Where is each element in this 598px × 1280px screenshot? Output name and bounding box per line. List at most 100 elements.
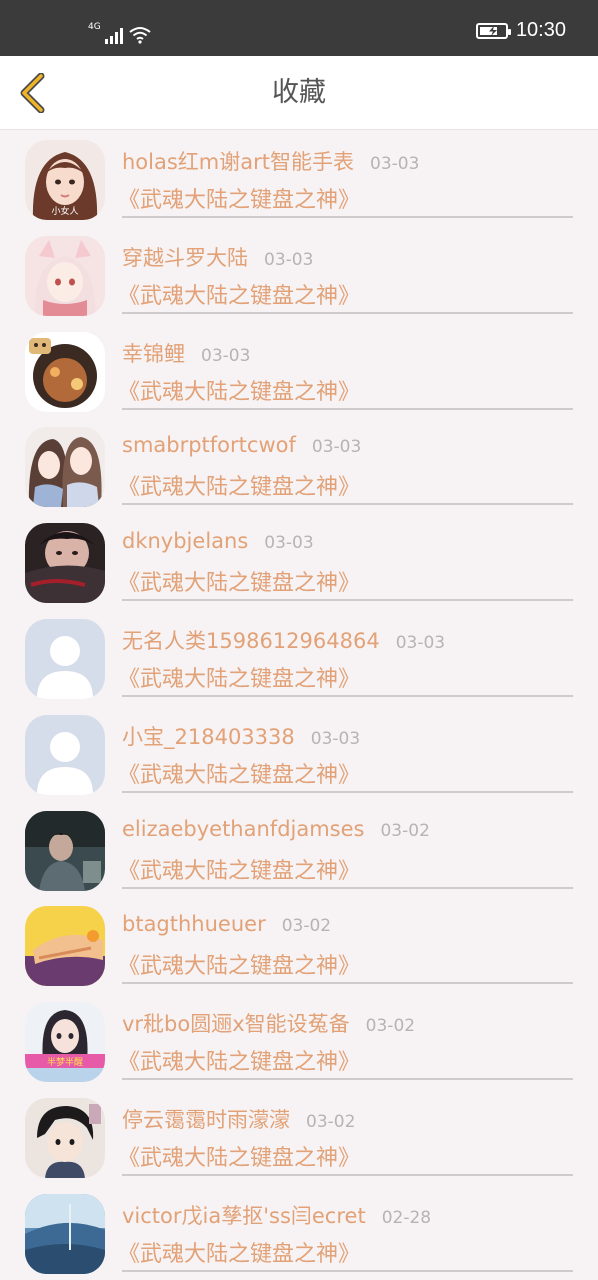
item-header: 幸锦鲤 03-03 (122, 338, 250, 368)
item-date: 03-03 (311, 437, 362, 458)
item-header: 小宝_218403338 03-03 (122, 721, 360, 751)
nav-bar: 收藏 (0, 56, 598, 130)
item-header: holas红m谢art智能手表 03-03 (122, 146, 419, 176)
favorite-list-item[interactable]: 穿越斗罗大陆 03-03 《武魂大陆之键盘之神》 (0, 226, 598, 322)
divider (122, 1269, 573, 1272)
item-header: dknybjelans 03-03 (122, 529, 314, 553)
item-date: 03-03 (264, 249, 314, 270)
book-title[interactable]: 《武魂大陆之键盘之神》 (118, 565, 360, 597)
favorite-list-item[interactable]: elizaebyethanfdjamses 03-02 《武魂大陆之键盘之神》 (0, 801, 598, 897)
user-name[interactable]: 穿越斗罗大陆 (122, 242, 248, 272)
charging-bolt-icon (488, 25, 497, 36)
avatar[interactable] (25, 331, 105, 412)
book-title[interactable]: 《武魂大陆之键盘之神》 (118, 1140, 360, 1172)
book-title[interactable]: 《武魂大陆之键盘之神》 (118, 757, 360, 789)
item-header: 停云霭霭时雨濛濛 03-02 (122, 1104, 355, 1134)
favorite-list-item[interactable]: 半梦半醒 vr秕bo圆逦x智能设菟备 03-02 《武魂大陆之键盘之神》 (0, 992, 598, 1088)
status-left: 4G (86, 20, 151, 44)
favorite-list-item[interactable]: 小女人 holas红m谢art智能手表 03-03 《武魂大陆之键盘之神》 (0, 130, 598, 226)
favorite-list-item[interactable]: btagthhueuer 03-02 《武魂大陆之键盘之神》 (0, 896, 598, 992)
book-title[interactable]: 《武魂大陆之键盘之神》 (118, 853, 360, 885)
favorite-list-item[interactable]: 幸锦鲤 03-03 《武魂大陆之键盘之神》 (0, 322, 598, 418)
chevron-left-icon (20, 73, 45, 113)
book-title[interactable]: 《武魂大陆之键盘之神》 (118, 948, 360, 980)
book-title[interactable]: 《武魂大陆之键盘之神》 (118, 1236, 360, 1268)
svg-text:小女人: 小女人 (51, 205, 78, 217)
status-time: 10:30 (515, 19, 566, 41)
man-dark-room-avatar (25, 810, 105, 891)
avatar[interactable] (25, 427, 105, 508)
favorites-list: 小女人 holas红m谢art智能手表 03-03 《武魂大陆之键盘之神》 穿越斗罗大陆… (0, 130, 598, 1280)
item-header: vr秕bo圆逦x智能设菟备 03-02 (122, 1008, 415, 1038)
user-name[interactable]: 无名人类1598612964864 (122, 625, 380, 655)
book-title[interactable]: 《武魂大陆之键盘之神》 (118, 278, 360, 310)
network-type: 4G (88, 22, 101, 32)
divider (122, 216, 573, 218)
user-name[interactable]: dknybjelans (122, 529, 248, 553)
item-date: 03-02 (380, 820, 430, 841)
girl-portrait-avatar: 小女人 (25, 140, 105, 220)
girl-banner-avatar: 半梦半醒 (25, 1002, 105, 1083)
divider (122, 694, 573, 697)
item-header: 穿越斗罗大陆 03-03 (122, 242, 313, 272)
page-title: 收藏 (272, 77, 326, 108)
favorite-list-item[interactable]: 小宝_218403338 03-03 《武魂大陆之键盘之神》 (0, 705, 598, 801)
book-title[interactable]: 《武魂大陆之键盘之神》 (118, 1044, 360, 1076)
divider (122, 886, 573, 889)
avatar[interactable] (25, 1193, 105, 1274)
item-date: 03-02 (365, 1016, 416, 1037)
anime-fox-girl-avatar (25, 235, 105, 316)
item-header: smabrptfortcwof 03-03 (122, 433, 361, 457)
book-title[interactable]: 《武魂大陆之键盘之神》 (118, 374, 360, 406)
item-header: 无名人类1598612964864 03-03 (122, 625, 445, 655)
user-name[interactable]: smabrptfortcwof (122, 433, 296, 457)
signal-icon (104, 26, 123, 44)
user-name[interactable]: 停云霭霭时雨濛濛 (122, 1104, 290, 1134)
avatar[interactable] (25, 618, 105, 699)
user-name[interactable]: 幸锦鲤 (122, 338, 185, 368)
favorite-list-item[interactable]: victor戊ia孳抠'ss闫ecret 02-28 《武魂大陆之键盘之神》 (0, 1184, 598, 1280)
woman-sleeve-avatar (25, 523, 105, 604)
avatar[interactable] (25, 523, 105, 604)
avatar[interactable] (25, 714, 105, 795)
user-name[interactable]: victor戊ia孳抠'ss闫ecret (122, 1200, 366, 1230)
avatar[interactable] (25, 235, 105, 316)
divider (122, 503, 573, 506)
avatar[interactable]: 半梦半醒 (25, 1002, 105, 1083)
default-person-avatar (25, 714, 105, 795)
avatar[interactable]: 小女人 (25, 140, 105, 220)
book-title[interactable]: 《武魂大陆之键盘之神》 (118, 661, 360, 693)
book-title[interactable]: 《武魂大陆之键盘之神》 (118, 182, 360, 214)
back-button[interactable] (12, 72, 52, 114)
hand-yellow-avatar (25, 906, 105, 987)
favorite-list-item[interactable]: dknybjelans 03-03 《武魂大陆之键盘之神》 (0, 513, 598, 609)
book-title[interactable]: 《武魂大陆之键盘之神》 (118, 469, 360, 501)
item-date: 02-28 (381, 1207, 432, 1228)
item-date: 03-03 (395, 632, 446, 653)
item-date: 03-02 (281, 916, 332, 937)
user-name[interactable]: 小宝_218403338 (122, 721, 295, 751)
favorite-list-item[interactable]: smabrptfortcwof 03-03 《武魂大陆之键盘之神》 (0, 417, 598, 513)
item-date: 03-03 (310, 728, 361, 749)
user-name[interactable]: btagthhueuer (122, 912, 266, 936)
favorite-list-item[interactable]: 停云霭霭时雨濛濛 03-02 《武魂大陆之键盘之神》 (0, 1088, 598, 1184)
favorite-list-item[interactable]: 无名人类1598612964864 03-03 《武魂大陆之键盘之神》 (0, 609, 598, 705)
avatar[interactable] (25, 1097, 105, 1178)
status-right: 10:30 (475, 19, 566, 42)
avatar[interactable] (25, 906, 105, 987)
default-person-avatar (25, 618, 105, 699)
user-name[interactable]: holas红m谢art智能手表 (122, 146, 354, 176)
divider (122, 1173, 573, 1176)
divider (122, 599, 573, 602)
user-name[interactable]: vr秕bo圆逦x智能设菟备 (122, 1008, 350, 1038)
item-date: 03-03 (370, 154, 420, 174)
wifi-icon (129, 27, 151, 44)
svg-text:半梦半醒: 半梦半醒 (47, 1056, 83, 1068)
bear-cafe-avatar (25, 331, 105, 412)
avatar[interactable] (25, 810, 105, 891)
battery-icon (475, 22, 511, 39)
blue-sky-avatar (25, 1193, 105, 1274)
divider (122, 407, 573, 410)
user-name[interactable]: elizaebyethanfdjamses (122, 817, 364, 841)
item-header: btagthhueuer 03-02 (122, 912, 331, 936)
